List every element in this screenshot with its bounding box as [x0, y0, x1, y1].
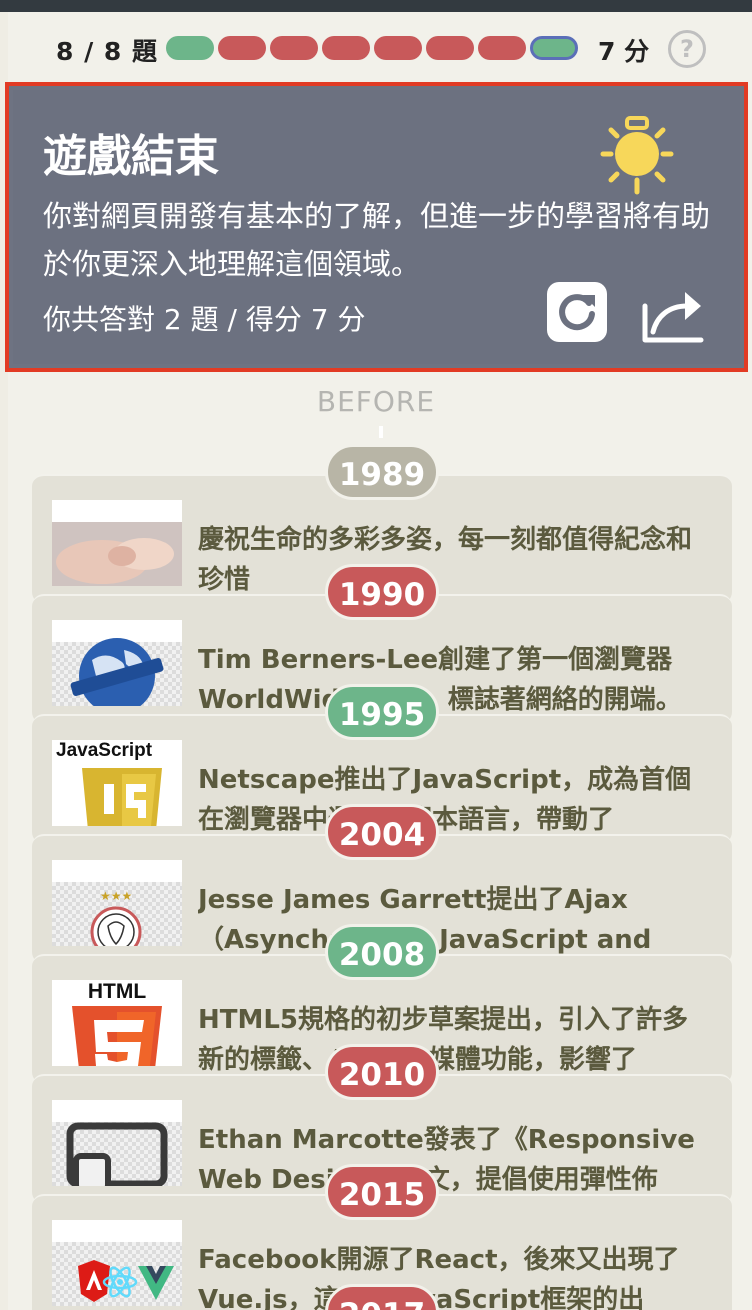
progress-dot: [322, 36, 370, 60]
top-strip: [0, 0, 752, 12]
retry-button[interactable]: [547, 282, 607, 342]
before-label: BEFORE: [316, 385, 436, 418]
world-wide-web-logo: [70, 638, 164, 706]
retry-icon: [559, 294, 595, 331]
item-thumbnail: [52, 1100, 182, 1186]
item-text: Netscape推出了JavaScript，成為首個在瀏覽器中運行的腳本語言，帶…: [198, 765, 692, 835]
result-title: 遊戲結束: [43, 131, 219, 182]
item-thumbnail: JavaScript: [52, 740, 182, 826]
item-thumbnail: [52, 620, 182, 706]
progress-dot: [218, 36, 266, 60]
responsive-devices-icon: [66, 1122, 168, 1186]
year-badge: 1995: [325, 684, 439, 740]
year-badge: 2017: [325, 1284, 439, 1310]
ajax-logo: ★★★: [90, 889, 142, 946]
score: 7 分: [598, 37, 650, 66]
help-button[interactable]: ?: [668, 30, 706, 68]
result-summary: 你共答對 2 題 / 得分 7 分: [43, 303, 366, 336]
progress-dot: [166, 36, 214, 60]
item-thumbnail: [52, 1220, 182, 1306]
progress-dots: [166, 36, 582, 60]
item-text: Facebook開源了React，後來又出現了Vue.js，這兩個JavaScr…: [198, 1245, 680, 1310]
javascript-logo: [82, 768, 162, 826]
progress-dot: [530, 36, 578, 60]
share-icon[interactable]: [641, 286, 705, 344]
lightbulb-icon: [600, 116, 674, 195]
timeline-connector: [379, 426, 383, 438]
item-text: 慶祝生命的多彩多姿，每一刻都值得紀念和珍惜: [198, 525, 693, 595]
item-thumbnail: [52, 500, 182, 586]
result-card: 遊戲結束 你對網頁開發有基本的了解，但進一步的學習將有助於你更深入地理解這個領域…: [5, 82, 748, 372]
year-badge: 1989: [325, 444, 439, 500]
year-badge: 2010: [325, 1044, 439, 1100]
baby-hands-photo: [52, 522, 182, 586]
progress-dot: [374, 36, 422, 60]
result-message: 你對網頁開發有基本的了解，但進一步的學習將有助於你更深入地理解這個領域。: [43, 199, 711, 281]
progress-dot: [426, 36, 474, 60]
frameworks-logos: [78, 1260, 174, 1302]
year-badge: 2008: [325, 924, 439, 980]
item-thumbnail: HTML: [52, 980, 182, 1066]
question-count: 8 / 8 題: [56, 37, 159, 66]
progress-dot: [270, 36, 318, 60]
item-text: Jesse James Garrett提出了Ajax（Asynchronous …: [198, 885, 652, 955]
progress-dot: [478, 36, 526, 60]
svg-text:★★★: ★★★: [100, 889, 132, 903]
html5-logo: [72, 1006, 162, 1066]
year-badge: 2015: [325, 1164, 439, 1220]
year-badge: 1990: [325, 564, 439, 620]
result-card-body: 遊戲結束 你對網頁開發有基本的了解，但進一步的學習將有助於你更深入地理解這個領域…: [13, 90, 740, 364]
item-text: Ethan Marcotte發表了《Responsive Web Design》…: [198, 1125, 695, 1195]
quiz-header: 8 / 8 題 7 分 ?: [8, 12, 752, 82]
item-text: HTML5規格的初步草案提出，引入了許多新的標籤、API和多媒體功能，影響了: [198, 1005, 689, 1075]
item-text: Tim Berners-Lee創建了第一個瀏覽器WorldWideWeb，標誌著…: [198, 645, 682, 715]
item-thumbnail: ★★★: [52, 860, 182, 946]
year-badge: 2004: [325, 804, 439, 860]
